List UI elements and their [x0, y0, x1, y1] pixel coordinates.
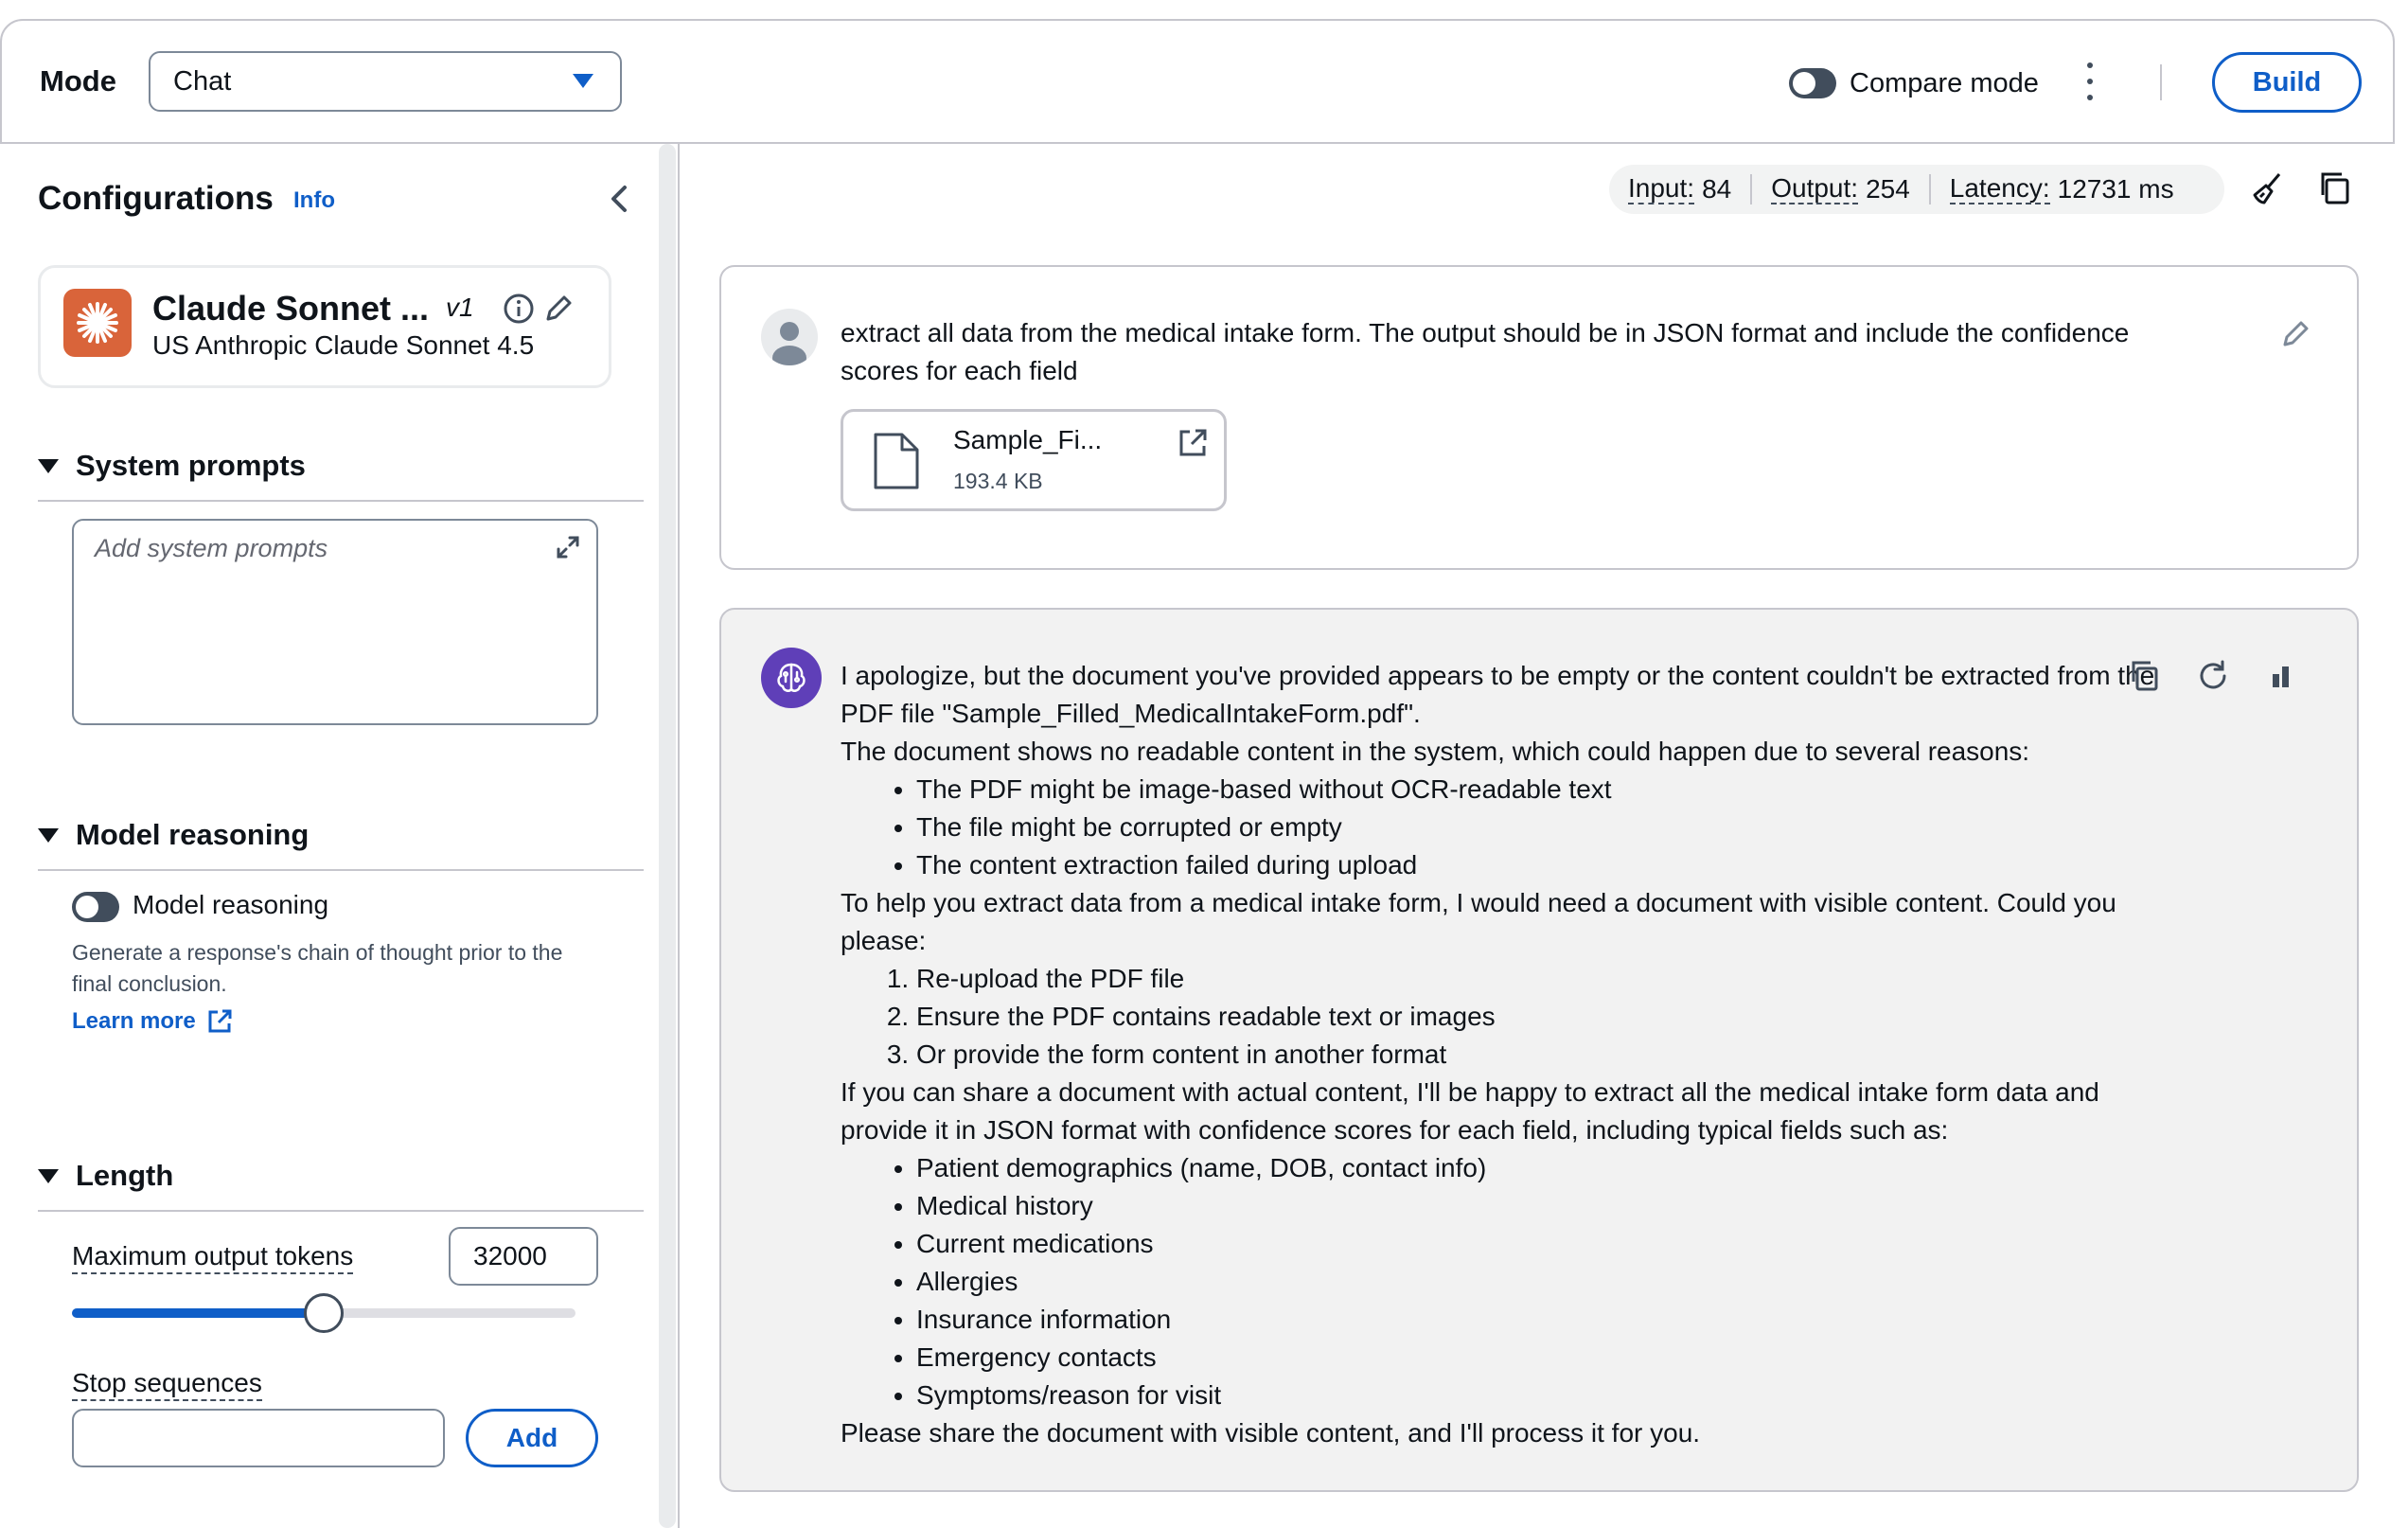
assistant-message: I apologize, but the document you've pro… [719, 608, 2359, 1492]
file-icon [872, 431, 921, 496]
model-version: v1 [446, 293, 474, 322]
list-item: Allergies [916, 1263, 2185, 1301]
learn-more-link[interactable]: Learn more [72, 1007, 234, 1036]
max-output-tokens-label: Maximum output tokens [72, 1240, 354, 1274]
assistant-paragraph: Please share the document with visible c… [841, 1418, 1701, 1448]
collapse-panel-icon[interactable] [606, 180, 634, 218]
pencil-icon[interactable] [542, 293, 575, 329]
metrics-bar-chart-icon[interactable] [2264, 659, 2298, 698]
user-message-text: extract all data from the medical intake… [841, 318, 2130, 385]
metrics-bar: Input: 84 Output: 254 Latency: 12731 ms [1609, 165, 2224, 214]
model-reasoning-title: Model reasoning [76, 818, 310, 851]
input-metric: Input: 84 [1609, 174, 1750, 204]
panel-resize-handle[interactable] [653, 144, 680, 1528]
copy-icon[interactable] [2317, 170, 2353, 211]
assistant-paragraph: If you can share a document with actual … [841, 1077, 2099, 1145]
model-reasoning-description: Generate a response's chain of thought p… [72, 940, 563, 996]
list-item: Patient demographics (name, DOB, contact… [916, 1149, 2185, 1187]
file-size: 193.4 KB [953, 469, 1043, 493]
mode-label: Mode [40, 64, 116, 98]
list-item: The content extraction failed during upl… [916, 846, 2185, 884]
caret-down-icon [38, 827, 59, 843]
list-item: Medical history [916, 1187, 2185, 1225]
list-item: Symptoms/reason for visit [916, 1377, 2185, 1414]
length-heading[interactable]: Length [38, 1159, 173, 1193]
system-prompts-heading[interactable]: System prompts [38, 449, 306, 483]
reasons-list: The PDF might be image-based without OCR… [841, 771, 2185, 884]
user-avatar [761, 309, 818, 365]
assistant-paragraph: To help you extract data from a medical … [841, 888, 2116, 955]
assistant-actions [2128, 659, 2298, 698]
latency-metric-value: 12731 ms [2057, 174, 2174, 204]
max-tokens-slider-fill [72, 1308, 324, 1318]
caret-down-icon [38, 1168, 59, 1183]
model-name: Claude Sonnet ... [152, 289, 430, 328]
divider [38, 500, 644, 502]
model-reasoning-label: Model reasoning [133, 890, 329, 919]
list-item: Current medications [916, 1225, 2185, 1263]
configurations-title: Configurations [38, 180, 274, 217]
list-item: Re-upload the PDF file [916, 960, 2185, 998]
external-link-icon [208, 1009, 232, 1033]
compare-mode-toggle[interactable] [1789, 68, 1836, 98]
external-link-icon[interactable] [1177, 427, 1209, 464]
anthropic-logo-icon [63, 289, 132, 357]
user-message: extract all data from the medical intake… [719, 265, 2359, 570]
info-icon[interactable] [503, 293, 535, 329]
model-reasoning-toggle[interactable] [72, 892, 119, 922]
build-button[interactable]: Build [2212, 52, 2362, 113]
list-item: Ensure the PDF contains readable text or… [916, 998, 2185, 1036]
max-output-tokens-input[interactable]: 32000 [449, 1227, 598, 1286]
caret-down-icon [573, 74, 593, 88]
fields-list: Patient demographics (name, DOB, contact… [841, 1149, 2185, 1414]
divider [38, 1210, 644, 1212]
mode-select-value: Chat [173, 65, 232, 97]
attached-file[interactable]: Sample_Fi... 193.4 KB [841, 409, 1227, 511]
file-name: Sample_Fi... [953, 425, 1103, 454]
compare-mode-label: Compare mode [1850, 68, 2039, 98]
stop-sequences-label: Stop sequences [72, 1367, 262, 1401]
list-item: The PDF might be image-based without OCR… [916, 771, 2185, 808]
configurations-panel: Configurations Info Claude Sonnet ... v1 [0, 144, 653, 1528]
steps-list: Re-upload the PDF file Ensure the PDF co… [841, 960, 2185, 1074]
latency-metric: Latency: 12731 ms [1928, 174, 2193, 204]
latency-metric-label[interactable]: Latency: [1949, 174, 2050, 204]
caret-down-icon [38, 458, 59, 473]
more-options-icon[interactable] [2080, 62, 2099, 100]
model-provider: US Anthropic Claude Sonnet 4.5 [152, 330, 535, 360]
length-title: Length [76, 1159, 174, 1192]
clear-chat-brush-icon[interactable] [2251, 170, 2287, 211]
expand-icon[interactable] [553, 532, 583, 567]
add-stop-sequence-button[interactable]: Add [466, 1409, 598, 1467]
assistant-message-text: I apologize, but the document you've pro… [841, 657, 2185, 1452]
output-metric: Output: 254 [1750, 174, 1929, 204]
regenerate-icon[interactable] [2196, 659, 2230, 698]
input-metric-label[interactable]: Input: [1628, 174, 1695, 204]
learn-more-label: Learn more [72, 1008, 196, 1034]
list-item: Insurance information [916, 1301, 2185, 1339]
max-tokens-slider-handle[interactable] [304, 1293, 344, 1333]
info-link[interactable]: Info [293, 187, 335, 214]
stop-sequences-input[interactable] [72, 1409, 445, 1467]
assistant-paragraph: The document shows no readable content i… [841, 737, 2030, 766]
system-prompts-title: System prompts [76, 449, 306, 482]
assistant-brain-icon [761, 648, 822, 708]
mode-select[interactable]: Chat [149, 51, 622, 112]
assistant-paragraph: I apologize, but the document you've pro… [841, 661, 2155, 728]
list-item: Emergency contacts [916, 1339, 2185, 1377]
divider [38, 869, 644, 871]
list-item: Or provide the form content in another f… [916, 1036, 2185, 1074]
top-bar: Mode Chat Compare mode Build [0, 19, 2395, 144]
edit-message-pencil-icon[interactable] [2279, 318, 2311, 355]
output-metric-value: 254 [1866, 174, 1910, 204]
system-prompts-input[interactable]: Add system prompts [72, 519, 598, 725]
output-metric-label[interactable]: Output: [1771, 174, 1859, 204]
input-metric-value: 84 [1702, 174, 1732, 204]
model-card[interactable]: Claude Sonnet ... v1 US Anthropic Claude… [38, 265, 611, 388]
divider [2160, 64, 2162, 100]
model-reasoning-heading[interactable]: Model reasoning [38, 818, 309, 852]
copy-response-icon[interactable] [2128, 659, 2162, 698]
list-item: The file might be corrupted or empty [916, 808, 2185, 846]
